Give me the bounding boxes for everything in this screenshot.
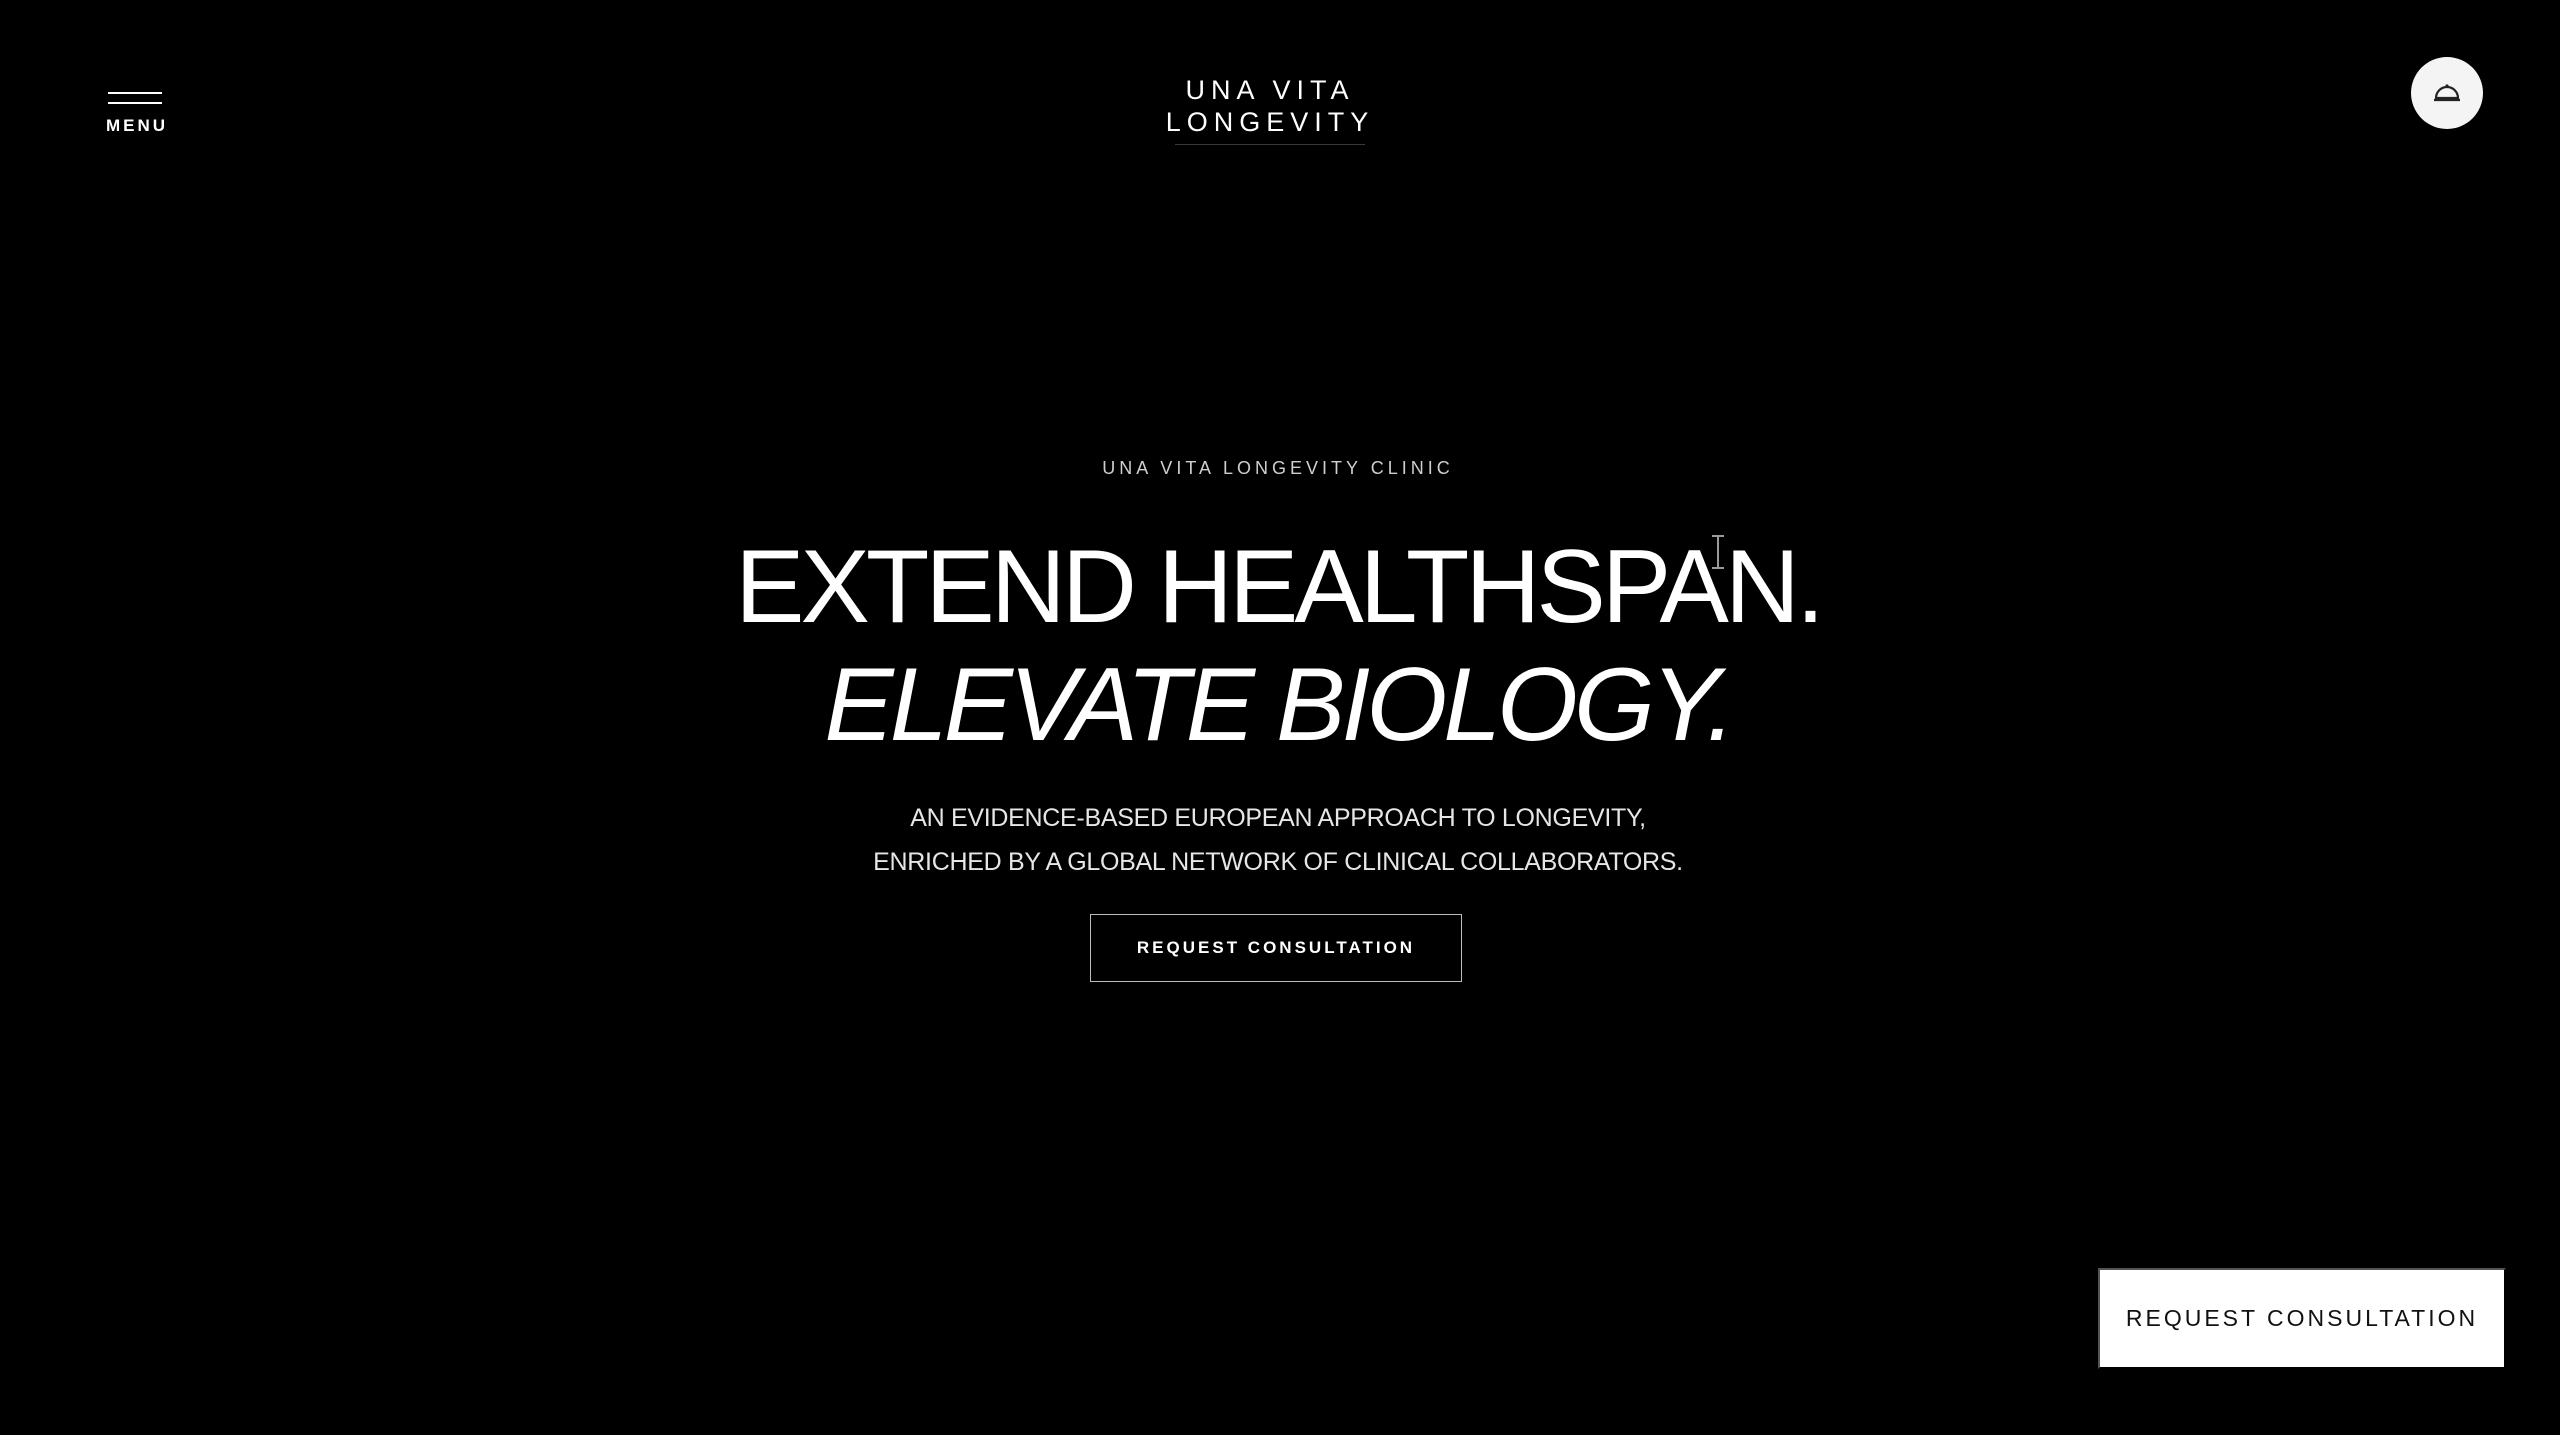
hero-eyebrow: UNA VITA LONGEVITY CLINIC [1102,458,1454,478]
concierge-button[interactable] [2411,57,2483,129]
logo-divider [1175,144,1365,145]
subtitle-line-1: AN EVIDENCE-BASED EUROPEAN APPROACH TO L… [910,804,1646,832]
floating-request-consultation-button[interactable]: REQUEST CONSULTATION [2098,1268,2506,1369]
hamburger-icon [108,92,162,106]
hero-headline: EXTEND HEALTHSPAN. ELEVATE BIOLOGY. [0,528,2556,764]
landing-page: MENU UNA VITA LONGEVITY UNA VITA LONGEVI… [0,0,2560,1435]
subtitle-line-2: ENRICHED BY A GLOBAL NETWORK OF CLINICAL… [873,848,1683,876]
menu-label: MENU [106,116,169,135]
logo-line-2: LONGEVITY [1165,107,1375,137]
hero-subtitle: AN EVIDENCE-BASED EUROPEAN APPROACH TO L… [0,796,2556,884]
logo-line-1: UNA VITA [1185,75,1355,105]
site-logo[interactable]: UNA VITA LONGEVITY [1130,74,1410,145]
text-cursor-icon [1712,535,1724,569]
cloche-icon [2434,84,2460,102]
menu-button[interactable]: MENU [106,90,166,140]
headline-line-1: EXTEND HEALTHSPAN. [735,529,1825,645]
request-consultation-button[interactable]: REQUEST CONSULTATION [1090,914,1462,982]
headline-line-2: ELEVATE BIOLOGY. [824,647,1735,763]
